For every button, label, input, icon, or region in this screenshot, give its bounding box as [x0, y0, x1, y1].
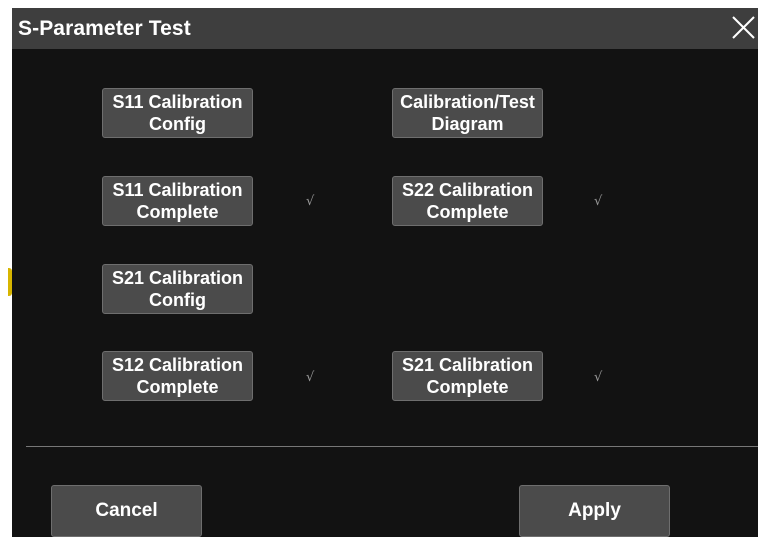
cancel-button[interactable]: Cancel [51, 485, 202, 537]
button-label-line2: Diagram [431, 114, 504, 134]
button-label-line2: Complete [136, 202, 219, 222]
button-label-line1: S11 Calibration [112, 180, 243, 200]
s11-calibration-complete-button[interactable]: S11 Calibration Complete [102, 176, 253, 226]
button-label-line2: Config [149, 114, 206, 134]
footer-divider [26, 446, 758, 447]
button-label-line2: Complete [426, 377, 509, 397]
button-label-line1: S11 Calibration [112, 92, 243, 112]
s21-calibration-config-button[interactable]: S21 Calibration Config [102, 264, 253, 314]
button-label-line2: Config [149, 290, 206, 310]
dialog-title: S-Parameter Test [18, 17, 191, 40]
s-parameter-test-dialog: S-Parameter Test S11 Calibration Config … [12, 8, 758, 537]
s21-calibration-complete-button[interactable]: S21 Calibration Complete [392, 351, 543, 401]
button-label-line1: S12 Calibration [111, 355, 244, 375]
s12-calibration-complete-button[interactable]: S12 Calibration Complete [102, 351, 253, 401]
s22-calibration-complete-button[interactable]: S22 Calibration Complete [392, 176, 543, 226]
apply-button-label: Apply [568, 500, 621, 521]
s21-complete-checkmark-icon: √ [594, 370, 603, 385]
s12-complete-checkmark-icon: √ [306, 370, 315, 385]
cancel-button-label: Cancel [95, 500, 158, 521]
s11-calibration-config-button[interactable]: S11 Calibration Config [102, 88, 253, 138]
button-label-line1: S21 Calibration [111, 268, 244, 288]
s22-complete-checkmark-icon: √ [594, 194, 603, 209]
apply-button[interactable]: Apply [519, 485, 670, 537]
close-button[interactable] [726, 13, 758, 43]
title-bar: S-Parameter Test [12, 8, 758, 49]
button-label-line2: Complete [136, 377, 219, 397]
close-icon [732, 16, 755, 39]
s11-complete-checkmark-icon: √ [306, 194, 315, 209]
button-label-line1: S21 Calibration [401, 355, 534, 375]
calibration-test-diagram-button[interactable]: Calibration/Test Diagram [392, 88, 543, 138]
button-label-line1: S22 Calibration [401, 180, 534, 200]
button-label-line2: Complete [426, 202, 509, 222]
button-label-line1: Calibration/Test [400, 92, 535, 112]
